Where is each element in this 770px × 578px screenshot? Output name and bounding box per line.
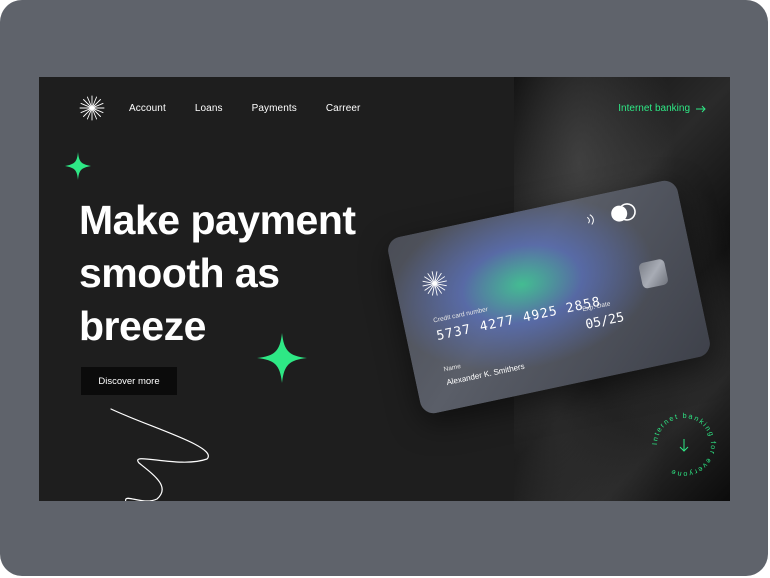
card-chip bbox=[638, 258, 669, 290]
contactless-icon bbox=[586, 214, 594, 225]
decorative-squiggle bbox=[110, 408, 209, 501]
cardholder-name-label: Name bbox=[443, 362, 462, 374]
sparkle-icon-small bbox=[65, 152, 91, 180]
starburst-icon[interactable] bbox=[79, 95, 105, 121]
headline-line-2: smooth as bbox=[79, 250, 280, 296]
arrow-right-icon bbox=[696, 105, 706, 112]
outer-frame: Account Loans Payments Carreer Internet … bbox=[0, 0, 768, 576]
headline-line-1: Make payment bbox=[79, 197, 356, 243]
card-network-logo-icon bbox=[611, 203, 636, 222]
nav-item-carreer[interactable]: Carreer bbox=[326, 103, 361, 114]
internet-banking-link[interactable]: Internet banking bbox=[618, 103, 706, 114]
hero-headline: Make payment smooth as breeze bbox=[79, 194, 439, 353]
discover-more-button[interactable]: Discover more bbox=[81, 367, 177, 395]
sparkle-icon-large bbox=[257, 333, 307, 383]
card-number: 5737 4277 4925 2858 bbox=[435, 294, 603, 345]
nav-item-payments[interactable]: Payments bbox=[252, 103, 297, 114]
arrow-down-icon bbox=[679, 439, 689, 452]
starburst-icon bbox=[422, 271, 447, 296]
landing-page: Account Loans Payments Carreer Internet … bbox=[39, 77, 730, 501]
internet-banking-badge[interactable]: Internet banking for everyone bbox=[646, 407, 722, 483]
nav-item-loans[interactable]: Loans bbox=[195, 103, 223, 114]
headline-line-3: breeze bbox=[79, 303, 206, 349]
internet-banking-label: Internet banking bbox=[618, 103, 690, 114]
exp-date-value: 05/25 bbox=[584, 310, 626, 333]
main-nav: Account Loans Payments Carreer bbox=[79, 95, 389, 121]
nav-item-account[interactable]: Account bbox=[129, 103, 166, 114]
